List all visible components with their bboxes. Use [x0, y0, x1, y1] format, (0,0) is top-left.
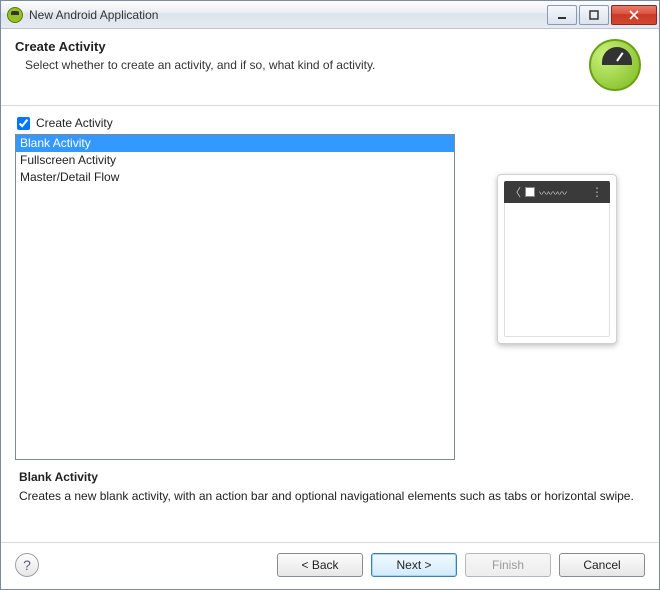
preview-column: 〈 〰〰〰 ⋮ [469, 134, 645, 460]
maximize-button[interactable] [579, 5, 609, 25]
dialog-window: New Android Application Create Activity … [0, 0, 660, 590]
banner-description: Select whether to create an activity, an… [15, 58, 581, 72]
template-preview: 〈 〰〰〰 ⋮ [497, 174, 617, 344]
app-square-icon [525, 187, 535, 197]
android-icon [589, 39, 641, 91]
finish-button[interactable]: Finish [465, 553, 551, 577]
window-title: New Android Application [29, 8, 545, 22]
list-item[interactable]: Fullscreen Activity [16, 152, 454, 169]
preview-actionbar: 〈 〰〰〰 ⋮ [504, 181, 610, 203]
wizard-banner: Create Activity Select whether to create… [1, 29, 659, 106]
list-item[interactable]: Blank Activity [16, 135, 454, 152]
close-button[interactable] [611, 5, 657, 25]
template-description: Blank Activity Creates a new blank activ… [15, 460, 645, 508]
create-activity-checkbox-row[interactable]: Create Activity [15, 116, 645, 130]
button-bar: ? < Back Next > Finish Cancel [1, 542, 659, 589]
create-activity-checkbox[interactable] [17, 117, 30, 130]
back-icon: 〈 [510, 184, 521, 200]
title-placeholder-icon: 〰〰〰 [539, 185, 587, 200]
minimize-button[interactable] [547, 5, 577, 25]
titlebar[interactable]: New Android Application [1, 1, 659, 29]
cancel-button[interactable]: Cancel [559, 553, 645, 577]
app-icon [7, 7, 23, 23]
description-title: Blank Activity [19, 470, 641, 484]
banner-title: Create Activity [15, 39, 581, 54]
list-item[interactable]: Master/Detail Flow [16, 169, 454, 186]
content-area: Create Activity Blank Activity Fullscree… [1, 106, 659, 542]
activity-template-list[interactable]: Blank Activity Fullscreen Activity Maste… [15, 134, 455, 460]
description-text: Creates a new blank activity, with an ac… [19, 488, 641, 504]
help-button[interactable]: ? [15, 553, 39, 577]
next-button[interactable]: Next > [371, 553, 457, 577]
back-button[interactable]: < Back [277, 553, 363, 577]
overflow-icon: ⋮ [591, 185, 604, 199]
preview-body [504, 203, 610, 337]
create-activity-label: Create Activity [36, 116, 113, 130]
